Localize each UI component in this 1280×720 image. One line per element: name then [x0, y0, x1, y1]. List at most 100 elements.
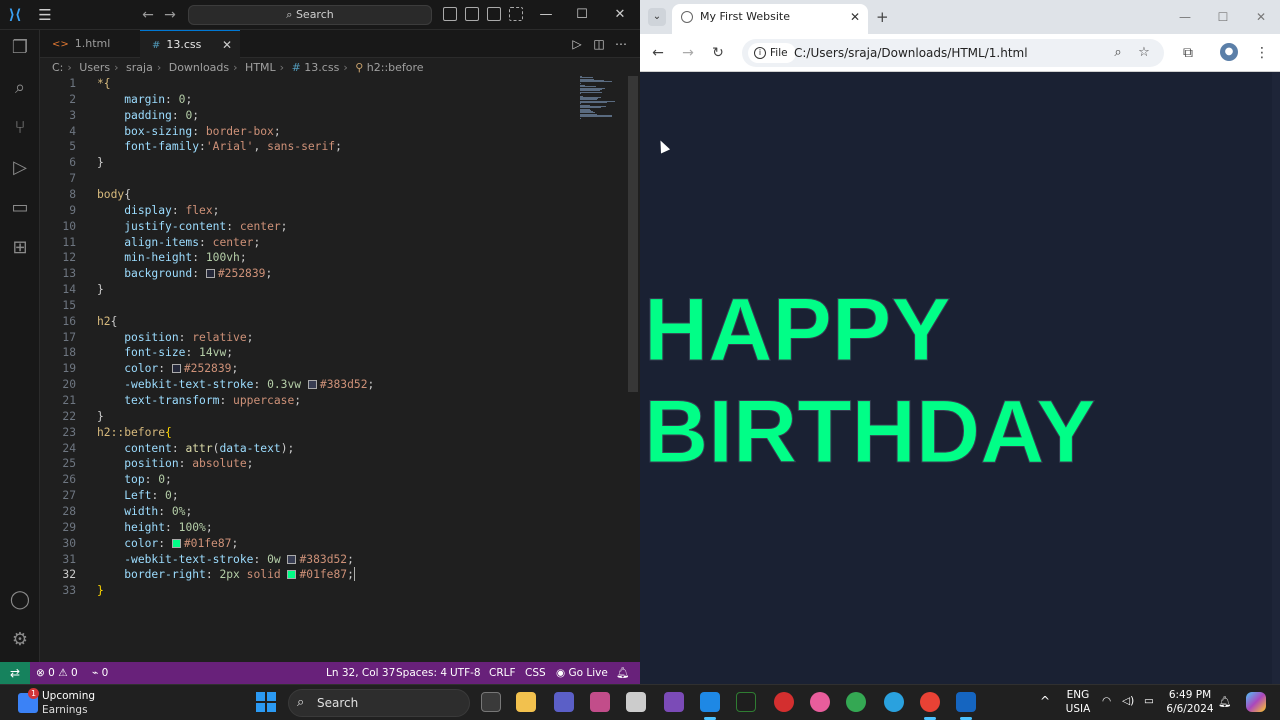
code-line[interactable]: 26 top: 0; — [40, 472, 628, 488]
taskbar-search[interactable]: ⌕ Search — [288, 689, 470, 717]
calculator-icon[interactable] — [590, 692, 610, 712]
bookmark-star-icon[interactable]: ☆ — [1136, 45, 1152, 61]
telegram-icon[interactable] — [884, 692, 904, 712]
go-live-button[interactable]: ◉ Go Live — [556, 662, 608, 684]
toggle-secondary-sidebar-icon[interactable] — [487, 7, 501, 21]
minimize-button[interactable]: — — [528, 0, 564, 30]
encoding[interactable]: UTF-8 — [450, 662, 481, 684]
hourglass-icon[interactable] — [626, 692, 646, 712]
notifications-bell-icon[interactable]: 🔔︎ — [1218, 695, 1231, 708]
color-swatch[interactable] — [287, 554, 297, 564]
code-line[interactable]: 24 content: attr(data-text); — [40, 441, 628, 457]
reload-icon[interactable]: ↻ — [708, 43, 728, 63]
task-view-icon[interactable] — [481, 692, 501, 712]
vscode-logo-icon[interactable]: ⟩⟨ — [6, 6, 24, 24]
volume-icon[interactable]: ◁) — [1122, 695, 1134, 707]
code-line[interactable]: 28 width: 0%; — [40, 504, 628, 520]
code-line[interactable]: 14} — [40, 282, 628, 298]
color-swatch[interactable] — [171, 364, 181, 374]
browser-tab[interactable]: My First Website ✕ — [672, 4, 868, 34]
code-line[interactable]: 13 background: #252839; — [40, 266, 628, 282]
code-line[interactable]: 29 height: 100%; — [40, 520, 628, 536]
problems-indicator[interactable]: ⊗ 0 ⚠ 0 — [36, 662, 78, 684]
dropbox-icon[interactable] — [956, 692, 976, 720]
code-line[interactable]: 23 h2::before{ — [40, 425, 628, 441]
code-line[interactable]: 9 display: flex; — [40, 203, 628, 219]
code-line[interactable]: 31 -webkit-text-stroke: 0w #383d52; — [40, 552, 628, 568]
code-line[interactable]: 25 position: absolute; — [40, 456, 628, 472]
settings-gear-icon[interactable]: ⚙ — [8, 628, 32, 652]
code-line[interactable]: 27 Left: 0; — [40, 488, 628, 504]
language-indicator[interactable]: ENG USIA — [1062, 688, 1094, 716]
forward-arrow-icon[interactable]: → — [162, 6, 178, 24]
wifi-icon[interactable]: ◠ — [1102, 695, 1111, 707]
code-line[interactable]: 33} — [40, 583, 628, 599]
tab-close-icon[interactable]: ✕ — [222, 31, 232, 59]
code-line[interactable]: 16 h2{ — [40, 314, 628, 330]
browser-minimize-button[interactable]: — — [1166, 0, 1204, 34]
remote-icon[interactable]: ⇄ — [0, 662, 30, 684]
code-line[interactable]: 21 text-transform: uppercase; — [40, 393, 628, 409]
code-line[interactable]: 30 color: #01fe87; — [40, 536, 628, 552]
browser-close-button[interactable]: ✕ — [1242, 0, 1280, 34]
back-arrow-icon[interactable]: ← — [140, 6, 156, 24]
drop-app-icon[interactable] — [810, 692, 830, 712]
command-center-search[interactable]: ⌕ Search — [188, 5, 432, 25]
vscode-taskbar-icon[interactable] — [700, 692, 720, 720]
cursor-position[interactable]: Ln 32, Col 37 — [326, 662, 395, 684]
hamburger-menu-icon[interactable]: ☰ — [36, 6, 54, 24]
tab-1-html[interactable]: <> 1.html — [40, 30, 140, 58]
remote-explorer-icon[interactable]: ▭ — [8, 196, 32, 220]
close-tab-icon[interactable]: ✕ — [850, 4, 860, 30]
chrome-icon[interactable] — [846, 692, 866, 712]
code-line[interactable]: 19 color: #252839; — [40, 361, 628, 377]
code-line[interactable]: 4 box-sizing: border-box; — [40, 124, 628, 140]
breadcrumb-item[interactable]: 13.css — [304, 61, 339, 74]
breadcrumb-item[interactable]: Downloads — [169, 61, 229, 74]
profile-avatar[interactable]: ● — [1220, 43, 1238, 61]
address-bar[interactable]: i File C:/Users/sraja/Downloads/HTML/1.h… — [742, 39, 1164, 67]
zoom-icon[interactable]: ⌕ — [1110, 45, 1126, 61]
copilot-icon[interactable] — [1246, 692, 1266, 712]
teams-icon[interactable] — [554, 692, 574, 712]
clock[interactable]: 6:49 PM 6/6/2024 — [1164, 688, 1216, 716]
maximize-button[interactable]: ☐ — [564, 0, 600, 30]
widgets-button[interactable]: 1 Upcoming Earnings — [16, 688, 146, 718]
code-editor[interactable]: 1 *{2 margin: 0; 3 padding: 0; 4 box-sizing… — [40, 76, 628, 660]
code-line[interactable]: 1 *{ — [40, 76, 628, 92]
code-line[interactable]: 22} — [40, 409, 628, 425]
chrome-dev-icon[interactable] — [920, 692, 940, 720]
code-line[interactable]: 2 margin: 0; — [40, 92, 628, 108]
close-button[interactable]: ✕ — [602, 0, 638, 30]
breadcrumb-item[interactable]: C: — [52, 61, 63, 74]
code-line[interactable]: 7 — [40, 171, 628, 187]
search-icon[interactable]: ⌕ — [8, 76, 32, 100]
code-line[interactable]: 18 font-size: 14vw; — [40, 345, 628, 361]
tab-search-chevron-down-icon[interactable]: ⌄ — [648, 8, 666, 26]
color-swatch[interactable] — [205, 269, 215, 279]
customize-layout-icon[interactable] — [509, 7, 523, 21]
recorder-icon[interactable] — [774, 692, 794, 712]
tab-13-css[interactable]: #13.css ✕ — [140, 30, 240, 58]
source-control-icon[interactable]: ⑂ — [8, 116, 32, 140]
browser-maximize-button[interactable]: ☐ — [1204, 0, 1242, 34]
color-swatch[interactable] — [287, 570, 297, 580]
forward-icon[interactable]: → — [678, 43, 698, 63]
code-line[interactable]: 3 padding: 0; — [40, 108, 628, 124]
language-mode[interactable]: CSS — [525, 662, 546, 684]
code-line[interactable]: 12 min-height: 100vh; — [40, 250, 628, 266]
visual-studio-icon[interactable] — [664, 692, 684, 712]
more-actions-icon[interactable]: ⋯ — [614, 37, 628, 51]
code-line[interactable]: 8 body{ — [40, 187, 628, 203]
breadcrumb-item[interactable]: HTML — [245, 61, 276, 74]
code-line[interactable]: 32 border-right: 2px solid #01fe87; — [40, 567, 628, 583]
explorer-icon[interactable]: ❐ — [8, 36, 32, 60]
run-file-icon[interactable]: ▷ — [570, 37, 584, 51]
page-scrollbar[interactable] — [1272, 72, 1280, 684]
end-of-line[interactable]: CRLF — [489, 662, 516, 684]
toggle-sidebar-icon[interactable] — [443, 7, 457, 21]
code-line[interactable]: 15 — [40, 298, 628, 314]
toggle-panel-icon[interactable] — [465, 7, 479, 21]
extensions-icon[interactable]: ⊞ — [8, 236, 32, 260]
editor-scrollbar[interactable] — [628, 76, 638, 392]
